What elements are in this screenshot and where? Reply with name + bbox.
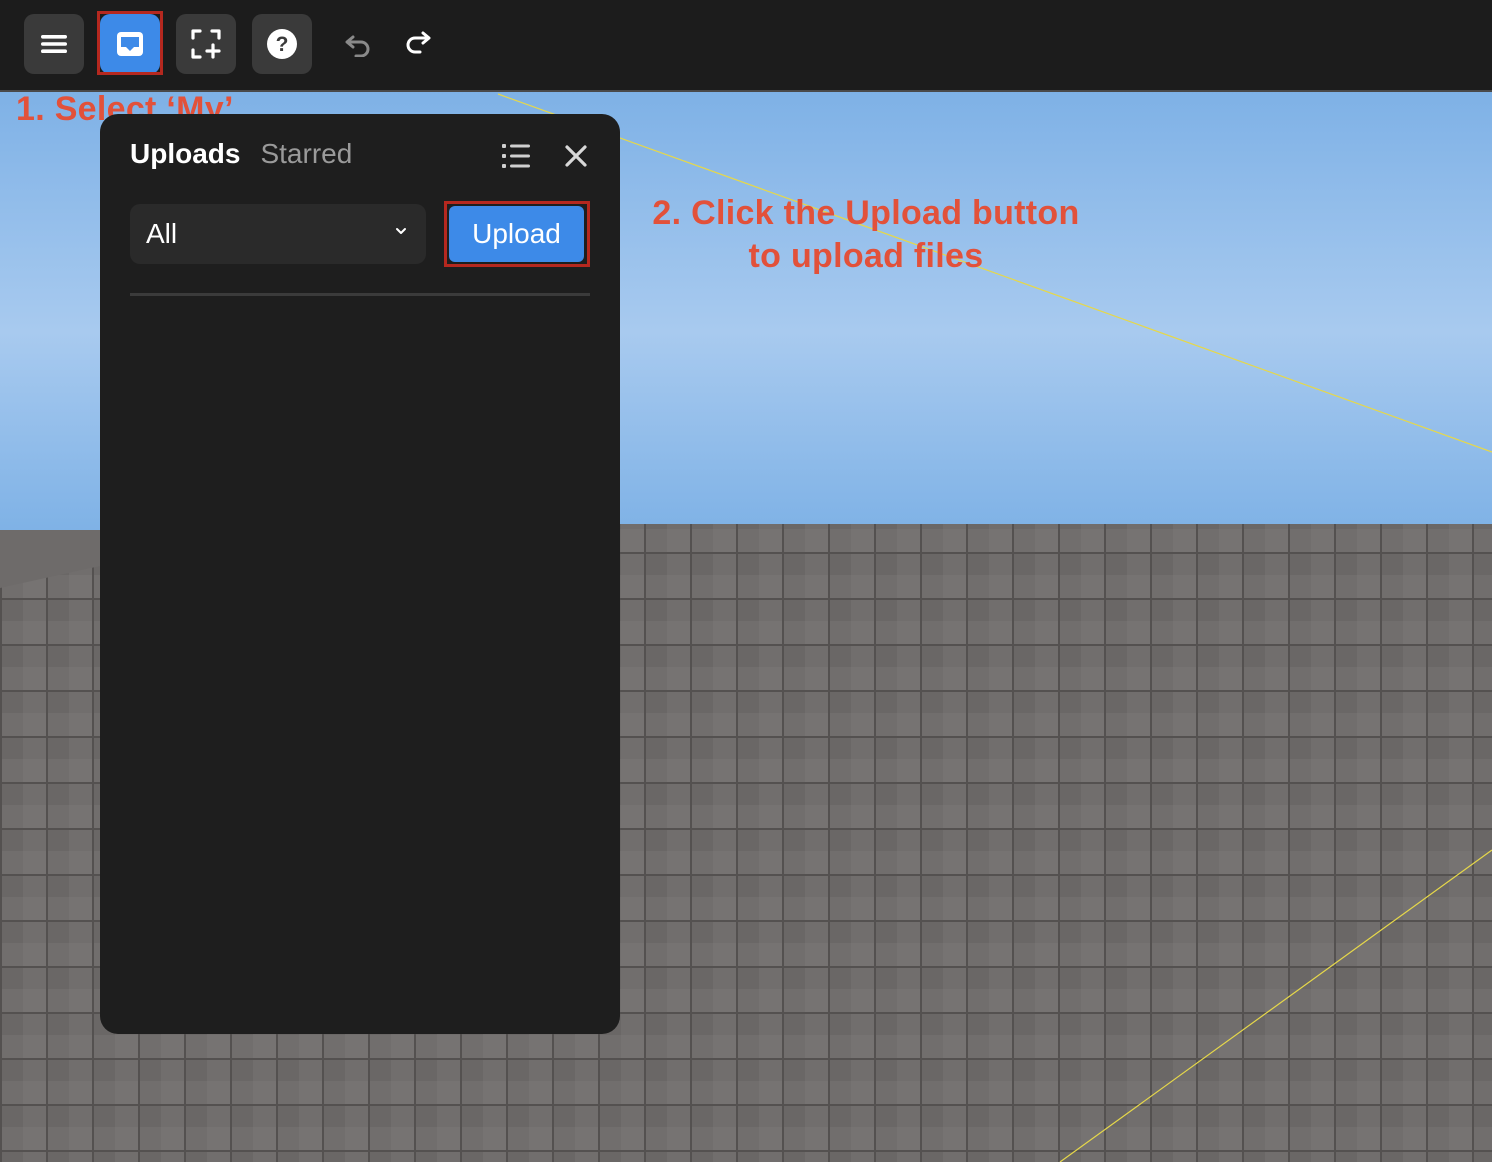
step2-line1: 2. Click the Upload button xyxy=(652,194,1080,232)
step2-line2: to upload files xyxy=(748,237,984,275)
help-button[interactable]: ? xyxy=(252,14,312,74)
inbox-tray-icon xyxy=(117,32,143,56)
list-view-icon xyxy=(502,144,530,168)
chevron-down-icon xyxy=(396,228,406,234)
hamburger-menu-icon xyxy=(41,35,67,53)
add-frame-button[interactable] xyxy=(176,14,236,74)
close-button[interactable] xyxy=(560,140,592,172)
redo-button[interactable] xyxy=(396,14,440,74)
uploads-list xyxy=(130,304,590,1004)
top-toolbar: ? xyxy=(0,0,1492,92)
tab-starred[interactable]: Starred xyxy=(260,136,352,172)
menu-button[interactable] xyxy=(24,14,84,74)
filter-select-value: All xyxy=(146,218,178,249)
panel-divider xyxy=(130,293,590,296)
tab-uploads[interactable]: Uploads xyxy=(130,136,240,172)
svg-text:?: ? xyxy=(276,33,289,56)
undo-button[interactable] xyxy=(336,14,380,74)
close-icon xyxy=(565,145,587,167)
question-mark-icon: ? xyxy=(267,29,297,59)
panel-tabs: Uploads Starred xyxy=(130,136,352,172)
upload-button[interactable]: Upload xyxy=(449,206,584,262)
frame-plus-icon xyxy=(191,29,221,59)
redo-arrow-icon xyxy=(406,31,431,54)
filter-select[interactable]: All xyxy=(130,204,426,264)
undo-arrow-icon xyxy=(345,35,370,57)
list-view-button[interactable] xyxy=(500,140,532,172)
step2-annotation: 2. Click the Upload button to upload fil… xyxy=(631,192,1101,278)
uploads-panel: Uploads Starred All Upload xyxy=(100,114,620,1034)
my-button[interactable] xyxy=(100,14,160,74)
